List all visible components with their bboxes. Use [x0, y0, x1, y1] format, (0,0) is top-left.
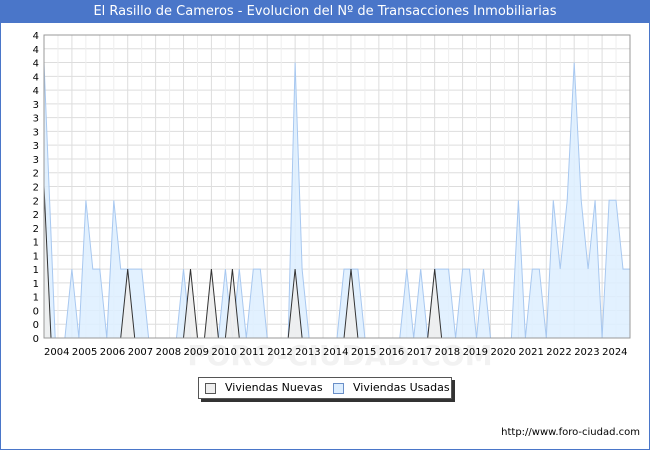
y-tick-label: 4	[33, 45, 39, 56]
x-tick-label: 2024	[602, 347, 627, 358]
y-tick-label: 3	[33, 114, 39, 125]
y-tick-label: 0	[33, 334, 39, 345]
x-tick-label: 2010	[211, 347, 236, 358]
x-tick-label: 2013	[295, 347, 320, 358]
y-tick-label: 0	[33, 320, 39, 331]
legend-swatch-usadas	[333, 383, 344, 394]
x-tick-label: 2007	[128, 347, 153, 358]
x-tick-label: 2021	[518, 347, 543, 358]
y-axis-ticks: 0 0 0 1 1 1 1 1 2 2 2 2 2 3 3 3 3 3 4 4 4 4 4	[33, 31, 39, 345]
y-tick-label: 4	[33, 86, 39, 97]
x-tick-label: 2023	[574, 347, 599, 358]
x-tick-label: 2014	[323, 347, 348, 358]
y-tick-label: 2	[33, 210, 39, 221]
x-tick-label: 2018	[435, 347, 460, 358]
y-tick-label: 2	[33, 169, 39, 180]
x-tick-label: 2015	[351, 347, 376, 358]
x-tick-label: 2019	[463, 347, 488, 358]
legend-label-usadas: Viviendas Usadas	[353, 381, 450, 394]
x-tick-label: 2008	[156, 347, 181, 358]
x-tick-label: 2016	[379, 347, 404, 358]
x-tick-label: 2009	[184, 347, 209, 358]
y-tick-label: 1	[33, 279, 39, 290]
x-tick-label: 2011	[239, 347, 264, 358]
y-tick-label: 4	[33, 31, 39, 42]
x-tick-label: 2005	[72, 347, 97, 358]
x-tick-label: 2006	[100, 347, 125, 358]
y-tick-label: 1	[33, 293, 39, 304]
y-tick-label: 3	[33, 141, 39, 152]
source-url: http://www.foro-ciudad.com	[501, 427, 640, 438]
y-tick-label: 2	[33, 224, 39, 235]
legend: Viviendas Nuevas Viviendas Usadas	[198, 377, 452, 399]
y-tick-label: 4	[33, 59, 39, 70]
x-tick-label: 2022	[546, 347, 571, 358]
x-tick-label: 2012	[267, 347, 292, 358]
y-tick-label: 1	[33, 251, 39, 262]
y-tick-label: 1	[33, 265, 39, 276]
y-tick-label: 3	[33, 155, 39, 166]
y-tick-label: 1	[33, 238, 39, 249]
y-tick-label: 3	[33, 127, 39, 138]
y-tick-label: 2	[33, 183, 39, 194]
x-tick-label: 2004	[44, 347, 69, 358]
y-tick-label: 3	[33, 100, 39, 111]
legend-label-nuevas: Viviendas Nuevas	[225, 381, 323, 394]
legend-swatch-nuevas	[205, 383, 216, 394]
y-tick-label: 0	[33, 306, 39, 317]
x-tick-label: 2017	[407, 347, 432, 358]
x-axis-ticks: 2004 2005 2006 2007 2008 2009 2010 2011 2012 2013…	[44, 347, 628, 358]
y-tick-label: 4	[33, 72, 39, 83]
y-tick-label: 2	[33, 196, 39, 207]
x-tick-label: 2020	[490, 347, 515, 358]
